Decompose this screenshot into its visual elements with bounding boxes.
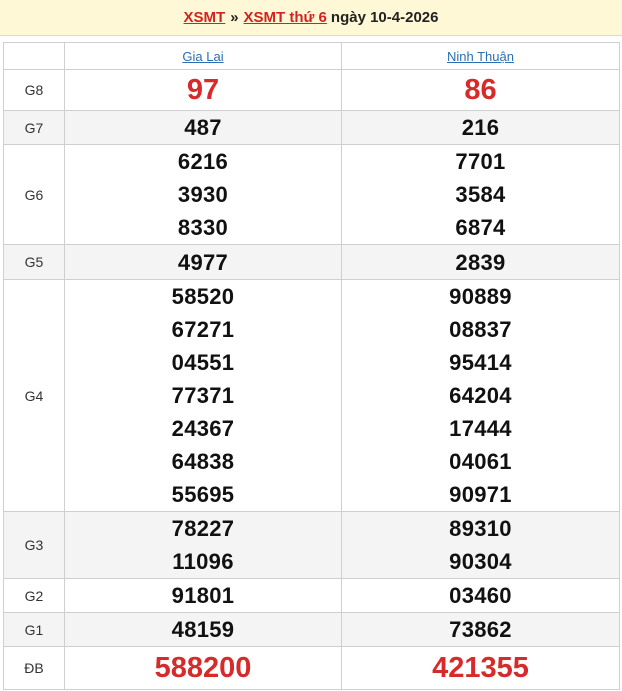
prize-number: 90304 bbox=[449, 549, 512, 574]
prize-cell: 588200 bbox=[64, 646, 342, 690]
prize-cell: 421355 bbox=[341, 646, 620, 690]
prize-label: G3 bbox=[3, 511, 65, 579]
prize-number: 08837 bbox=[449, 317, 512, 342]
prize-number: 48159 bbox=[171, 617, 235, 642]
province-header-row: Gia Lai Ninh Thuận bbox=[3, 42, 620, 70]
prize-cell: 2839 bbox=[341, 244, 620, 280]
prize-number: 17444 bbox=[449, 416, 512, 441]
prize-number: 4977 bbox=[177, 249, 229, 275]
empty-header-cell bbox=[3, 42, 65, 70]
prize-cell: 91801 bbox=[64, 578, 342, 613]
prize-cell: 58520 67271 04551 77371 24367 64838 5569… bbox=[64, 279, 342, 512]
xsmt-day-link[interactable]: XSMT thứ 6 bbox=[244, 9, 327, 26]
prize-cell: 78227 11096 bbox=[64, 511, 342, 579]
breadcrumb-separator: » bbox=[230, 9, 239, 26]
prize-number: 3584 bbox=[455, 182, 506, 207]
results-header: XSMT » XSMT thứ 6 ngày 10-4-2026 bbox=[0, 0, 622, 36]
prize-number: 3930 bbox=[177, 182, 229, 207]
prize-number: 64204 bbox=[449, 383, 512, 408]
prize-number: 95414 bbox=[449, 350, 512, 375]
results-table: Gia Lai Ninh Thuận G8 97 86 G7 487 216 G… bbox=[3, 42, 620, 690]
province-link-gia-lai[interactable]: Gia Lai bbox=[182, 49, 223, 64]
prize-number: 91801 bbox=[171, 583, 235, 608]
prize-label: G7 bbox=[3, 110, 65, 145]
prize-number: 8330 bbox=[177, 215, 229, 240]
prize-row-g7: G7 487 216 bbox=[3, 110, 620, 145]
prize-number: 03460 bbox=[449, 583, 512, 608]
prize-number: 67271 bbox=[171, 317, 235, 342]
prize-number: 11096 bbox=[172, 549, 234, 574]
prize-number: 97 bbox=[186, 74, 220, 106]
xsmt-link[interactable]: XSMT bbox=[184, 9, 226, 26]
prize-cell: 48159 bbox=[64, 612, 342, 647]
special-prize-number: 588200 bbox=[154, 652, 252, 684]
prize-number: 90971 bbox=[449, 482, 512, 507]
prize-row-g4: G4 58520 67271 04551 77371 24367 64838 5… bbox=[3, 279, 620, 512]
prize-row-g8: G8 97 86 bbox=[3, 69, 620, 111]
special-prize-number: 421355 bbox=[432, 652, 529, 684]
prize-cell: 89310 90304 bbox=[341, 511, 620, 579]
province-header: Gia Lai bbox=[64, 42, 342, 70]
prize-number: 6874 bbox=[455, 215, 506, 240]
prize-row-g1: G1 48159 73862 bbox=[3, 612, 620, 647]
prize-number: 55695 bbox=[171, 482, 235, 507]
prize-number: 04061 bbox=[449, 449, 512, 474]
prize-row-special: ĐB 588200 421355 bbox=[3, 646, 620, 690]
prize-cell: 97 bbox=[64, 69, 342, 111]
prize-row-g3: G3 78227 11096 89310 90304 bbox=[3, 511, 620, 579]
prize-number: 90889 bbox=[449, 284, 512, 309]
prize-cell: 4977 bbox=[64, 244, 342, 280]
prize-label: G2 bbox=[3, 578, 65, 613]
prize-number: 58520 bbox=[171, 284, 235, 309]
prize-cell: 216 bbox=[341, 110, 620, 145]
prize-label: G1 bbox=[3, 612, 65, 647]
prize-cell: 90889 08837 95414 64204 17444 04061 9097… bbox=[341, 279, 620, 512]
prize-cell: 487 bbox=[64, 110, 342, 145]
prize-cell: 86 bbox=[341, 69, 620, 111]
prize-number: 2839 bbox=[455, 249, 506, 275]
prize-row-g5: G5 4977 2839 bbox=[3, 244, 620, 280]
prize-number: 77371 bbox=[171, 383, 235, 408]
prize-number: 78227 bbox=[171, 516, 235, 541]
prize-number: 86 bbox=[464, 74, 497, 106]
prize-number: 04551 bbox=[171, 350, 235, 375]
prize-number: 73862 bbox=[449, 617, 512, 642]
prize-cell: 6216 3930 8330 bbox=[64, 144, 342, 245]
prize-number: 7701 bbox=[455, 149, 506, 174]
draw-date: ngày 10-4-2026 bbox=[330, 9, 439, 26]
prize-number: 487 bbox=[184, 115, 222, 140]
prize-number: 6216 bbox=[177, 149, 229, 174]
prize-label: G6 bbox=[3, 144, 65, 245]
prize-label: G8 bbox=[3, 69, 65, 111]
prize-cell: 73862 bbox=[341, 612, 620, 647]
prize-cell: 7701 3584 6874 bbox=[341, 144, 620, 245]
prize-number: 216 bbox=[461, 115, 500, 140]
prize-number: 24367 bbox=[171, 416, 235, 441]
prize-number: 64838 bbox=[171, 449, 235, 474]
prize-label: ĐB bbox=[3, 646, 65, 690]
province-header: Ninh Thuận bbox=[341, 42, 620, 70]
prize-label: G4 bbox=[3, 279, 65, 512]
prize-row-g2: G2 91801 03460 bbox=[3, 578, 620, 613]
prize-row-g6: G6 6216 3930 8330 7701 3584 6874 bbox=[3, 144, 620, 245]
prize-label: G5 bbox=[3, 244, 65, 280]
prize-number: 89310 bbox=[449, 516, 512, 541]
province-link-ninh-thuan[interactable]: Ninh Thuận bbox=[447, 49, 514, 64]
prize-cell: 03460 bbox=[341, 578, 620, 613]
